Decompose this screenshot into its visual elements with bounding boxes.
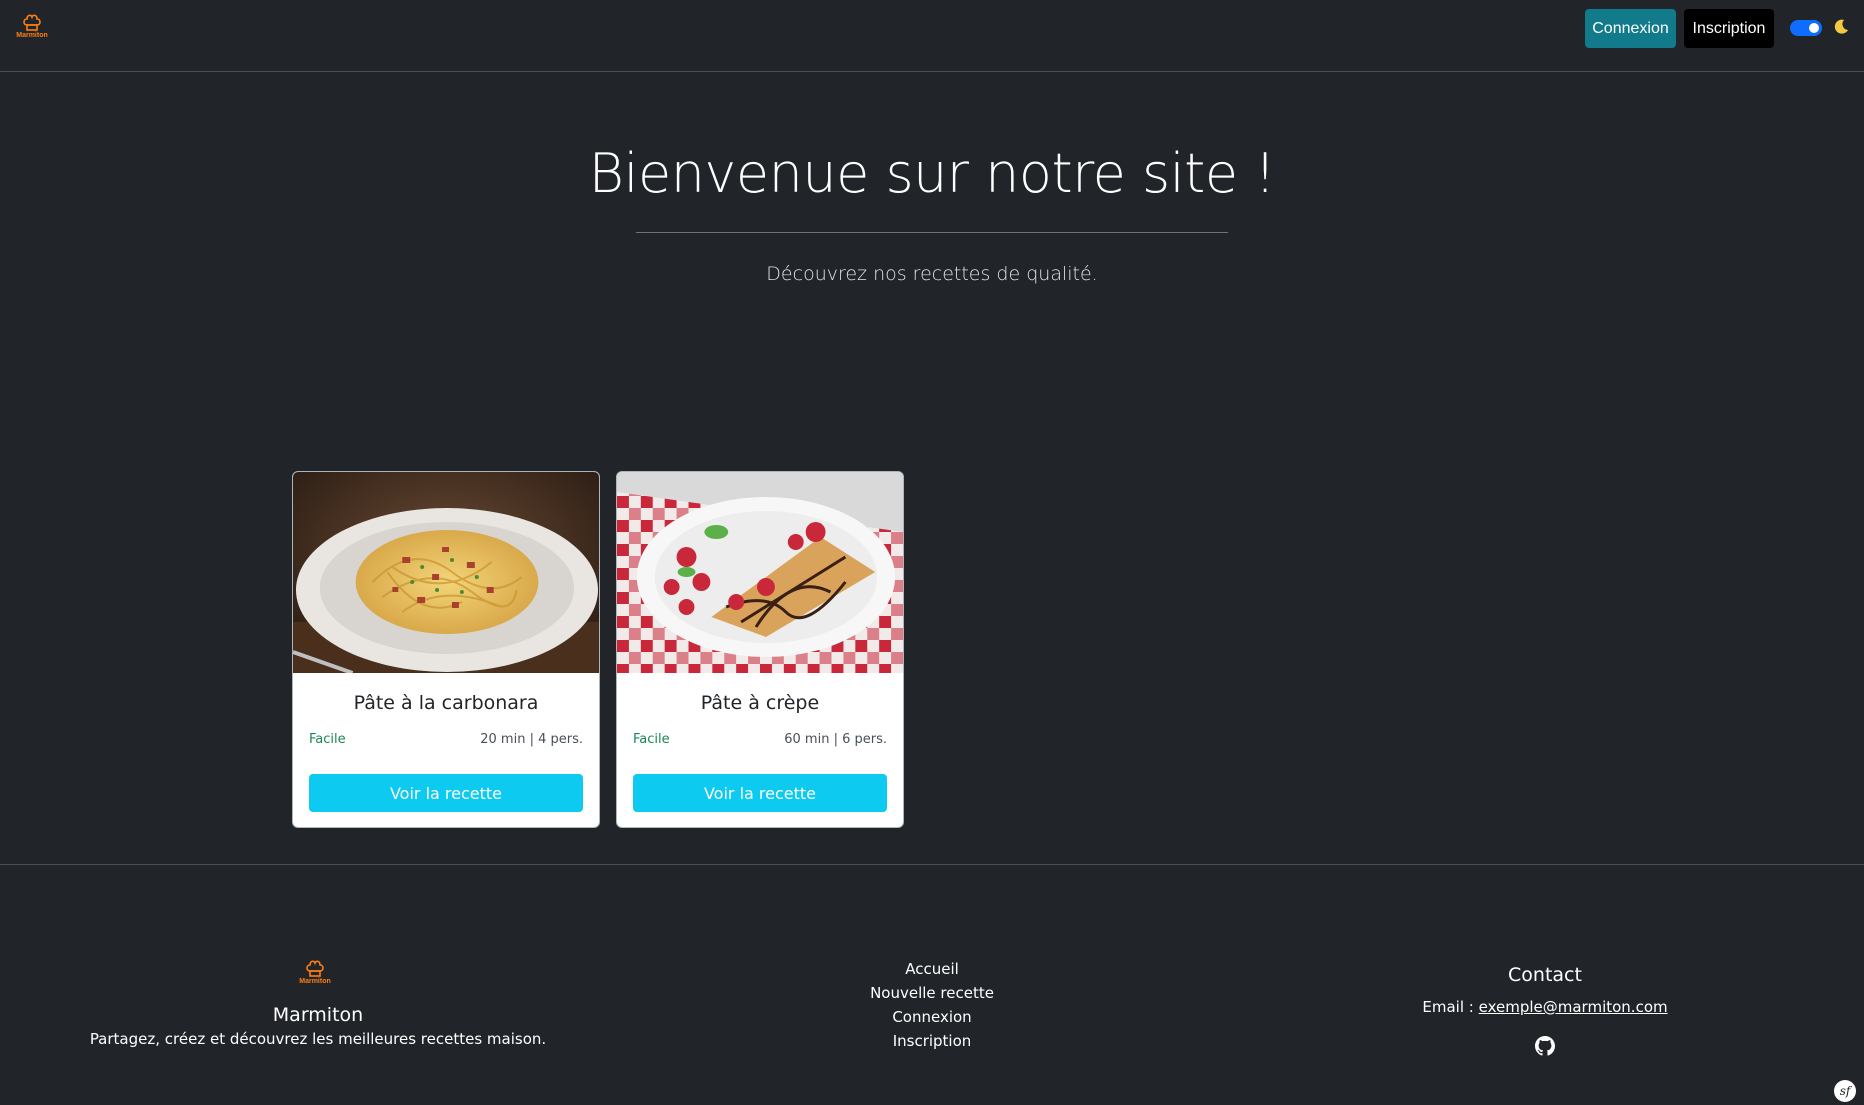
footer-link-inscription[interactable]: Inscription <box>893 1029 972 1053</box>
symfony-icon[interactable]: sf <box>1834 1080 1856 1102</box>
view-recipe-button[interactable]: Voir la recette <box>633 774 887 812</box>
chef-hat-icon <box>23 14 41 31</box>
recipe-meta: Facile 20 min | 4 pers. <box>309 732 583 748</box>
brand-logo-text: Marmiton <box>16 32 48 39</box>
recipe-image-crepe <box>617 472 903 673</box>
toggle-knob <box>1809 23 1819 33</box>
footer-brand: Marmiton <box>272 1004 364 1026</box>
chef-hat-icon <box>306 960 324 977</box>
signup-button[interactable]: Inscription <box>1684 9 1774 48</box>
recipe-card: Pâte à la carbonara Facile 20 min | 4 pe… <box>292 471 600 828</box>
recipe-info: 60 min | 6 pers. <box>784 732 887 747</box>
footer-tagline: Partagez, créez et découvrez les meilleu… <box>89 1030 547 1048</box>
footer-link-nouvelle-recette[interactable]: Nouvelle recette <box>870 981 994 1005</box>
footer-logo-text: Marmiton <box>299 978 331 985</box>
email-link[interactable]: exemple@marmiton.com <box>1479 998 1668 1016</box>
email-label: Email : <box>1422 998 1479 1016</box>
theme-toggle[interactable] <box>1790 20 1822 36</box>
view-recipe-button[interactable]: Voir la recette <box>309 774 583 812</box>
page-title: Bienvenue sur notre site ! <box>588 142 1276 205</box>
footer-link-connexion[interactable]: Connexion <box>892 1005 971 1029</box>
recipe-info: 20 min | 4 pers. <box>480 732 583 747</box>
title-divider <box>636 232 1228 233</box>
footer-divider <box>0 864 1864 865</box>
login-button[interactable]: Connexion <box>1585 9 1676 48</box>
contact-email-line: Email : exemple@marmiton.com <box>1345 998 1745 1016</box>
footer-link-accueil[interactable]: Accueil <box>905 957 959 981</box>
page-subtitle: Découvrez nos recettes de qualité. <box>766 263 1098 285</box>
moon-icon <box>1834 19 1848 34</box>
recipe-difficulty: Facile <box>633 732 670 747</box>
brand-logo[interactable]: Marmiton <box>14 14 50 42</box>
recipe-meta: Facile 60 min | 6 pers. <box>633 732 887 748</box>
github-icon[interactable] <box>1535 1036 1555 1056</box>
recipe-difficulty: Facile <box>309 732 346 747</box>
recipe-title: Pâte à crèpe <box>700 692 820 714</box>
contact-title: Contact <box>1508 964 1582 986</box>
recipe-card: Pâte à crèpe Facile 60 min | 6 pers. Voi… <box>616 471 904 828</box>
footer-logo: Marmiton <box>298 960 332 988</box>
navbar: Marmiton Connexion Inscription <box>0 0 1864 72</box>
footer-nav: Accueil Nouvelle recette Connexion Inscr… <box>832 957 1032 1053</box>
recipe-title: Pâte à la carbonara <box>353 692 539 714</box>
recipe-image-carbonara <box>293 472 599 673</box>
